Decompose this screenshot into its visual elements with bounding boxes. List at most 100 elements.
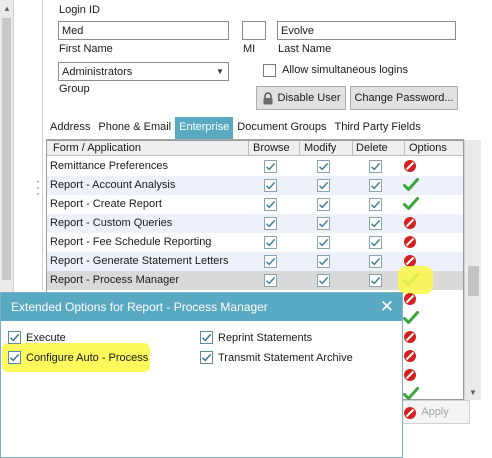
tab-address[interactable]: Address — [46, 117, 94, 139]
close-icon[interactable]: ✕ — [380, 297, 394, 317]
table-row[interactable]: Report - Fee Schedule Reporting — [47, 233, 463, 252]
green-check-icon[interactable] — [403, 387, 419, 404]
table-row[interactable]: Report - Custom Queries — [47, 214, 463, 233]
modify-checkbox[interactable] — [317, 198, 330, 211]
delete-checkbox[interactable] — [369, 217, 382, 230]
option-reprint-statements[interactable]: Reprint Statements — [200, 331, 312, 344]
configure-auto-process-label: Configure Auto - Process — [26, 351, 149, 364]
reprint-statements-checkbox[interactable] — [200, 331, 213, 344]
row-form-name: Report - Fee Schedule Reporting — [50, 236, 212, 248]
green-check-icon[interactable] — [403, 311, 419, 328]
deny-icon[interactable] — [403, 349, 417, 366]
modify-checkbox[interactable] — [317, 274, 330, 287]
allow-simultaneous-checkbox[interactable] — [263, 64, 276, 77]
row-form-name: Report - Custom Queries — [50, 217, 173, 229]
tab-third-party-fields[interactable]: Third Party Fields — [331, 117, 425, 139]
group-select[interactable]: Administrators ▼ — [58, 62, 229, 81]
reprint-statements-label: Reprint Statements — [218, 331, 313, 344]
login-id-label: Login ID — [59, 4, 100, 16]
group-label: Group — [59, 83, 90, 95]
modify-checkbox[interactable] — [317, 255, 330, 268]
checkmark-icon — [202, 333, 212, 342]
disable-user-button[interactable]: Disable User — [256, 86, 346, 110]
delete-checkbox[interactable] — [369, 236, 382, 249]
scroll-down-icon[interactable]: ▼ — [469, 388, 477, 397]
transmit-statement-archive-checkbox[interactable] — [200, 351, 213, 364]
modify-checkbox[interactable] — [317, 160, 330, 173]
configure-auto-process-checkbox[interactable] — [8, 351, 21, 364]
dialog-title: Extended Options for Report - Process Ma… — [1, 293, 402, 321]
browse-checkbox[interactable] — [264, 160, 277, 173]
table-row[interactable]: Remittance Preferences — [47, 157, 463, 176]
col-separator — [352, 141, 353, 156]
option-configure-auto-process[interactable]: Configure Auto - Process — [8, 351, 148, 364]
scroll-up-icon[interactable]: ▲ — [3, 4, 11, 13]
table-row[interactable]: Report - Create Report — [47, 195, 463, 214]
execute-label: Execute — [26, 331, 66, 344]
last-name-label: Last Name — [278, 43, 332, 55]
panel-divider — [42, 0, 43, 290]
delete-checkbox[interactable] — [369, 160, 382, 173]
col-browse[interactable]: Browse — [253, 142, 290, 154]
checkmark-icon — [10, 333, 20, 342]
modify-checkbox[interactable] — [317, 217, 330, 230]
disable-user-label: Disable User — [277, 92, 341, 104]
lock-icon — [263, 91, 273, 104]
tab-phone-email[interactable]: Phone & Email — [94, 117, 175, 139]
last-name-input[interactable]: Evolve — [277, 21, 456, 40]
modify-checkbox[interactable] — [317, 179, 330, 192]
green-check-icon[interactable] — [403, 197, 419, 214]
col-separator — [248, 141, 249, 156]
browse-checkbox[interactable] — [264, 255, 277, 268]
deny-icon[interactable] — [403, 235, 417, 252]
delete-checkbox[interactable] — [369, 179, 382, 192]
transmit-statement-archive-label: Transmit Statement Archive — [218, 351, 353, 364]
deny-icon[interactable] — [403, 159, 417, 176]
deny-icon[interactable] — [403, 330, 417, 347]
change-password-label: Change Password... — [354, 92, 454, 104]
allow-simultaneous-label: Allow simultaneous logins — [282, 64, 408, 76]
row-form-name: Report - Process Manager — [50, 274, 179, 286]
browse-checkbox[interactable] — [264, 217, 277, 230]
col-separator — [404, 141, 405, 156]
grid-header: Form / Application Browse Modify Delete … — [47, 141, 463, 156]
checkmark-icon — [10, 353, 20, 362]
deny-icon[interactable] — [403, 368, 417, 385]
delete-checkbox[interactable] — [369, 274, 382, 287]
outer-scrollbar[interactable]: ▲ — [0, 0, 14, 292]
browse-checkbox[interactable] — [264, 198, 277, 211]
change-password-button[interactable]: Change Password... — [350, 86, 458, 110]
execute-checkbox[interactable] — [8, 331, 21, 344]
first-name-input[interactable]: Med — [58, 21, 229, 40]
col-options[interactable]: Options — [409, 142, 447, 154]
splitter-grip-icon[interactable]: · · · — [36, 175, 40, 199]
deny-icon[interactable] — [403, 292, 417, 309]
delete-checkbox[interactable] — [369, 198, 382, 211]
browse-checkbox[interactable] — [264, 179, 277, 192]
tab-document-groups[interactable]: Document Groups — [233, 117, 330, 139]
chevron-down-icon[interactable]: ▼ — [212, 63, 228, 80]
modify-checkbox[interactable] — [317, 236, 330, 249]
option-execute[interactable]: Execute — [8, 331, 66, 344]
col-delete[interactable]: Delete — [356, 142, 388, 154]
deny-icon[interactable] — [403, 406, 417, 423]
grid-scroll-thumb[interactable] — [468, 266, 479, 296]
extended-options-dialog: Extended Options for Report - Process Ma… — [0, 292, 403, 458]
checkmark-icon — [202, 353, 212, 362]
col-form-application[interactable]: Form / Application — [53, 142, 141, 154]
table-row[interactable]: Report - Account Analysis — [47, 176, 463, 195]
group-select-value: Administrators — [62, 66, 133, 78]
row-form-name: Remittance Preferences — [50, 160, 168, 172]
option-transmit-statement-archive[interactable]: Transmit Statement Archive — [200, 351, 353, 364]
green-check-icon[interactable] — [403, 178, 419, 195]
grid-scrollbar[interactable]: ▼ — [464, 140, 481, 400]
tab-enterprise[interactable]: Enterprise — [175, 117, 234, 139]
browse-checkbox[interactable] — [264, 236, 277, 249]
deny-icon[interactable] — [403, 216, 417, 233]
row-form-name: Report - Create Report — [50, 198, 162, 210]
col-modify[interactable]: Modify — [304, 142, 336, 154]
mi-input[interactable] — [242, 21, 266, 40]
scroll-thumb[interactable] — [2, 18, 11, 280]
delete-checkbox[interactable] — [369, 255, 382, 268]
browse-checkbox[interactable] — [264, 274, 277, 287]
